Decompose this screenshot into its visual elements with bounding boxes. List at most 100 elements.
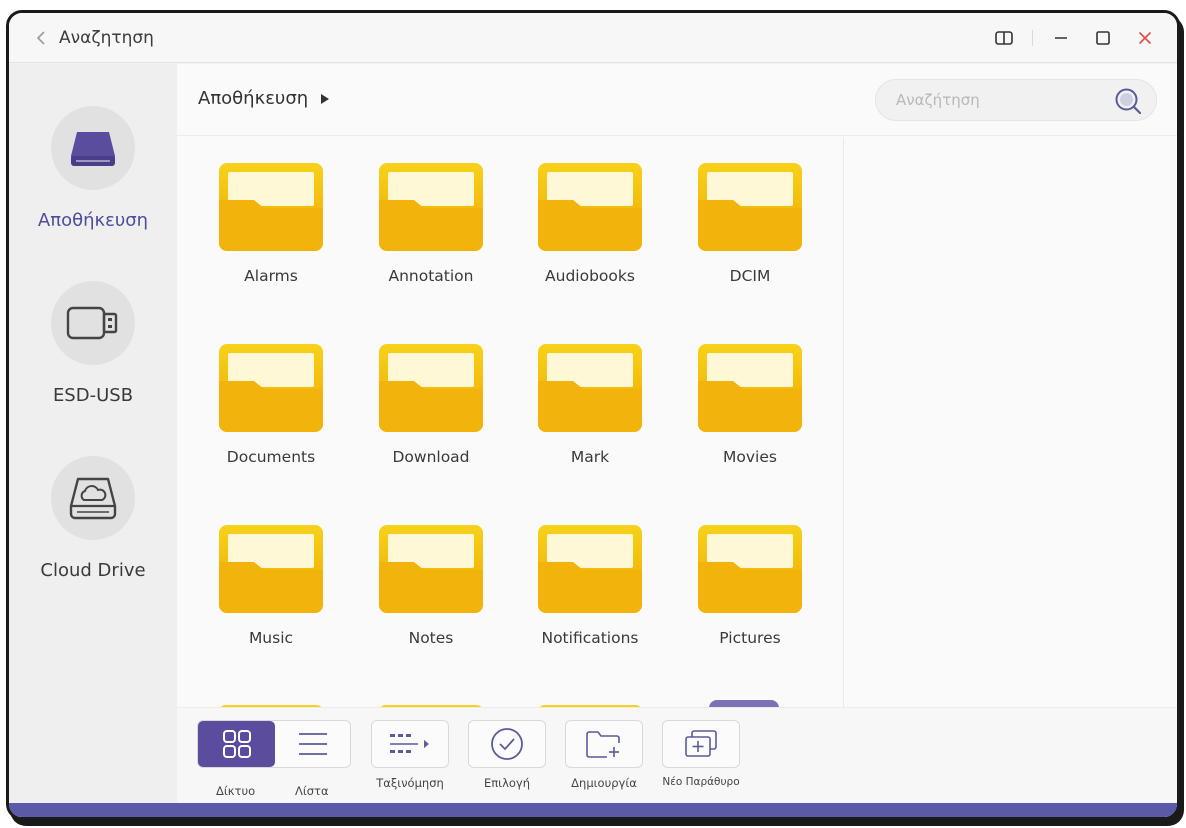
- caret-right-icon: [321, 93, 330, 104]
- sidebar-icon-circle: [51, 456, 135, 540]
- usb-icon: [66, 306, 118, 340]
- folder-item[interactable]: Pictures: [675, 524, 825, 674]
- folder-item[interactable]: Download: [356, 343, 506, 493]
- folder-item[interactable]: Mark: [515, 343, 665, 493]
- minimize-icon: [1055, 36, 1067, 39]
- create-label: Δημιουργία: [571, 776, 637, 790]
- folder-icon: [379, 163, 483, 251]
- folder-icon: [538, 525, 642, 613]
- folder-label: Music: [248, 629, 294, 647]
- grid-view-label: Δίκτυο: [216, 784, 256, 798]
- select-label: Επιλογή: [483, 776, 531, 790]
- sidebar-item-label: Αποθήκευση: [37, 210, 149, 231]
- folder-label: DCIM: [729, 267, 771, 285]
- detail-pane: [843, 137, 1177, 707]
- drive-icon: [71, 132, 115, 166]
- cloud-drive-icon: [69, 477, 117, 520]
- sidebar-item-usb[interactable]: ESD-USB: [9, 281, 177, 441]
- grid-view-button[interactable]: [198, 721, 275, 767]
- sidebar-item-storage[interactable]: Αποθήκευση: [9, 106, 177, 266]
- view-mode-toggle: [197, 720, 351, 768]
- folder-icon: [538, 344, 642, 432]
- folder-grid: Alarms Annotation Audiobooks DCIM Documents D…: [177, 137, 843, 707]
- folder-item[interactable]: Alarms: [196, 162, 346, 312]
- new-window-icon: [685, 730, 717, 757]
- create-folder-button[interactable]: Δημιουργία: [565, 720, 643, 790]
- select-button[interactable]: Επιλογή: [468, 720, 546, 790]
- folder-icon: [379, 525, 483, 613]
- folder-icon: [379, 344, 483, 432]
- sort-label: Ταξινόμηση: [376, 776, 444, 790]
- list-view-icon: [298, 733, 327, 755]
- window-controls: [986, 20, 1163, 56]
- create-folder-button-box: [565, 720, 643, 768]
- folder-label: Notifications: [541, 629, 639, 647]
- close-button[interactable]: [1127, 20, 1163, 56]
- folder-icon: [698, 163, 802, 251]
- split-view-button[interactable]: [986, 20, 1022, 56]
- separator: [1032, 29, 1033, 46]
- back-button[interactable]: [23, 13, 59, 63]
- folder-icon: [538, 163, 642, 251]
- folder-item[interactable]: Movies: [675, 343, 825, 493]
- bottom-accent-bar: [9, 803, 1177, 817]
- app-window: Αναζητηση Αποθήκευση ESD-USB Cloud Drive…: [6, 10, 1180, 820]
- search-icon[interactable]: [1114, 87, 1142, 115]
- sidebar-icon-circle: [51, 106, 135, 190]
- folder-label: Documents: [226, 448, 316, 466]
- title-bar: Αναζητηση: [9, 13, 1177, 63]
- sort-button[interactable]: Ταξινόμηση: [371, 720, 449, 790]
- sidebar: Αποθήκευση ESD-USB Cloud Drive: [9, 64, 177, 803]
- folder-icon: [219, 525, 323, 613]
- breadcrumb[interactable]: Αποθήκευση: [198, 88, 330, 109]
- maximize-button[interactable]: [1085, 20, 1121, 56]
- folder-label: Alarms: [244, 267, 298, 285]
- folder-item[interactable]: Music: [196, 524, 346, 674]
- breadcrumb-label: Αποθήκευση: [198, 88, 309, 109]
- list-view-button[interactable]: [275, 721, 350, 767]
- new-window-button-box: [662, 720, 740, 768]
- folder-label: Notes: [408, 629, 454, 647]
- sort-button-box: [371, 720, 449, 768]
- main-panel: Αποθήκευση Alarms Annotation Audiobooks DCI…: [177, 64, 1177, 803]
- folder-item[interactable]: Notes: [356, 524, 506, 674]
- folder-label: Pictures: [719, 629, 781, 647]
- new-window-button[interactable]: Νέο Παράθυρο: [662, 720, 740, 788]
- path-bar: Αποθήκευση: [177, 64, 1177, 136]
- folder-icon: [698, 525, 802, 613]
- chevron-left-icon: [36, 30, 45, 45]
- search-box[interactable]: [875, 79, 1157, 121]
- new-window-label: Νέο Παράθυρο: [662, 776, 740, 788]
- new-folder-icon: [586, 731, 620, 758]
- check-circle-icon: [491, 728, 523, 760]
- search-input[interactable]: [896, 91, 1096, 109]
- folder-label: Mark: [570, 448, 610, 466]
- folder-item[interactable]: Documents: [196, 343, 346, 493]
- close-icon: [1138, 31, 1152, 44]
- sidebar-item-label: Cloud Drive: [40, 560, 146, 581]
- grid-view-icon: [222, 730, 251, 758]
- sidebar-item-cloud-drive[interactable]: Cloud Drive: [9, 456, 177, 616]
- folder-label: Audiobooks: [545, 267, 635, 285]
- folder-item[interactable]: Audiobooks: [515, 162, 665, 312]
- folder-item[interactable]: DCIM: [675, 162, 825, 312]
- list-view-label: Λίστα: [295, 784, 329, 798]
- sort-icon: [390, 734, 429, 753]
- folder-label: Movies: [723, 448, 777, 466]
- folder-item[interactable]: Notifications: [515, 524, 665, 674]
- split-view-icon: [995, 30, 1013, 45]
- sidebar-item-label: ESD-USB: [52, 385, 134, 406]
- folder-label: Annotation: [388, 267, 474, 285]
- folder-icon: [219, 163, 323, 251]
- folder-icon: [219, 344, 323, 432]
- folder-item[interactable]: Annotation: [356, 162, 506, 312]
- sidebar-icon-circle: [51, 281, 135, 365]
- minimize-button[interactable]: [1043, 20, 1079, 56]
- folder-icon: [698, 344, 802, 432]
- item-partial[interactable]: [709, 700, 779, 707]
- select-button-box: [468, 720, 546, 768]
- window-title: Αναζητηση: [59, 27, 154, 48]
- maximize-icon: [1096, 30, 1110, 45]
- bottom-toolbar: Δίκτυο Λίστα Ταξινόμηση Επιλογή Δημιουργ…: [177, 707, 1177, 803]
- folder-label: Download: [392, 448, 470, 466]
